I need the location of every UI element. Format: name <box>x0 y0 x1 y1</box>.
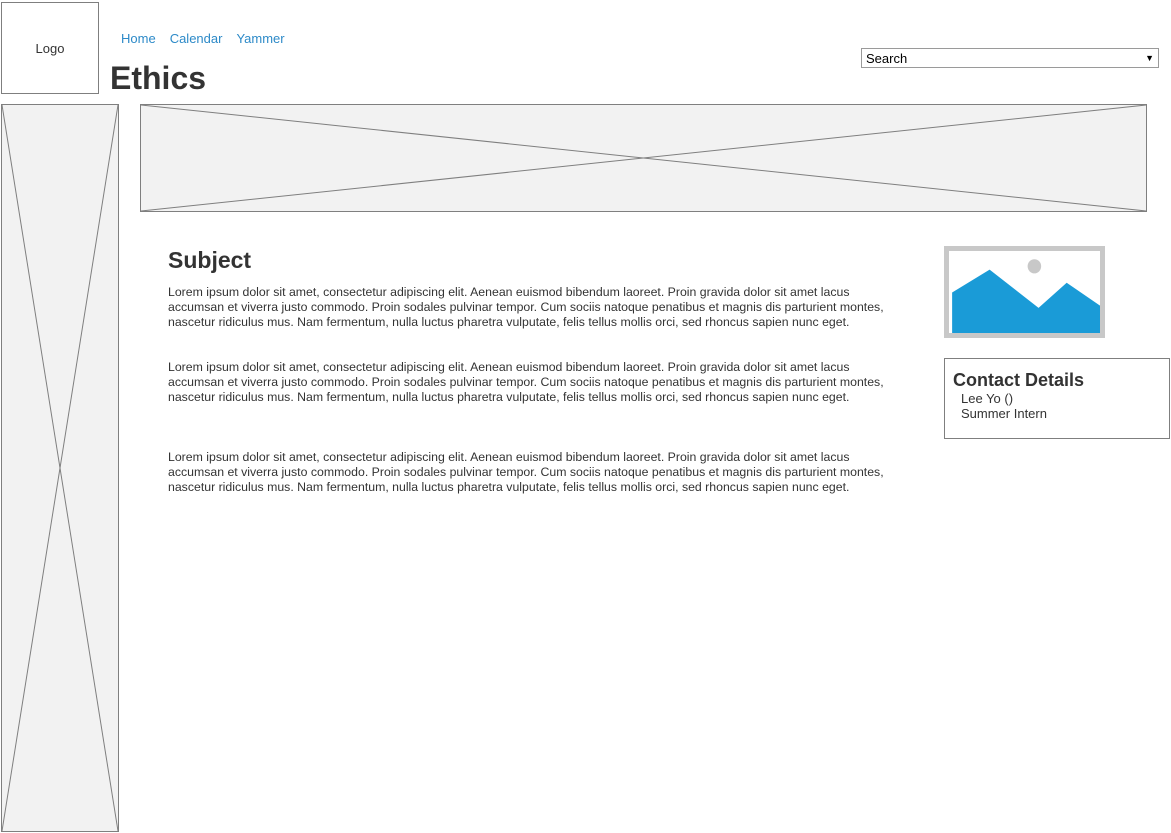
top-nav: Home Calendar Yammer <box>121 31 299 46</box>
contact-role: Summer Intern <box>961 406 1047 421</box>
subject-heading: Subject <box>168 247 252 273</box>
image-placeholder <box>944 246 1105 338</box>
article-paragraph: Lorem ipsum dolor sit amet, consectetur … <box>168 450 884 494</box>
placeholder-cross-icon <box>2 105 118 831</box>
banner-placeholder <box>140 104 1147 212</box>
contact-heading: Contact Details <box>953 370 1085 390</box>
left-rail-placeholder <box>1 104 119 832</box>
article-paragraph: Lorem ipsum dolor sit amet, consectetur … <box>168 285 884 329</box>
placeholder-cross-icon <box>141 105 1146 211</box>
logo-placeholder[interactable]: Logo <box>1 2 99 94</box>
nav-link-calendar[interactable]: Calendar <box>170 31 223 46</box>
contact-name: Lee Yo () <box>961 391 1014 406</box>
nav-link-yammer[interactable]: Yammer <box>236 31 284 46</box>
search-dropdown[interactable]: Search ▼ <box>861 48 1159 68</box>
logo-label: Logo <box>35 40 65 56</box>
contact-card: Contact Details Lee Yo () Summer Intern <box>944 358 1170 439</box>
landscape-image-icon <box>952 259 1100 333</box>
chevron-down-icon: ▼ <box>1145 53 1154 63</box>
search-value: Search <box>866 50 908 66</box>
article-paragraph: Lorem ipsum dolor sit amet, consectetur … <box>168 360 884 404</box>
nav-link-home[interactable]: Home <box>121 31 156 46</box>
page-title: Ethics <box>110 60 207 96</box>
